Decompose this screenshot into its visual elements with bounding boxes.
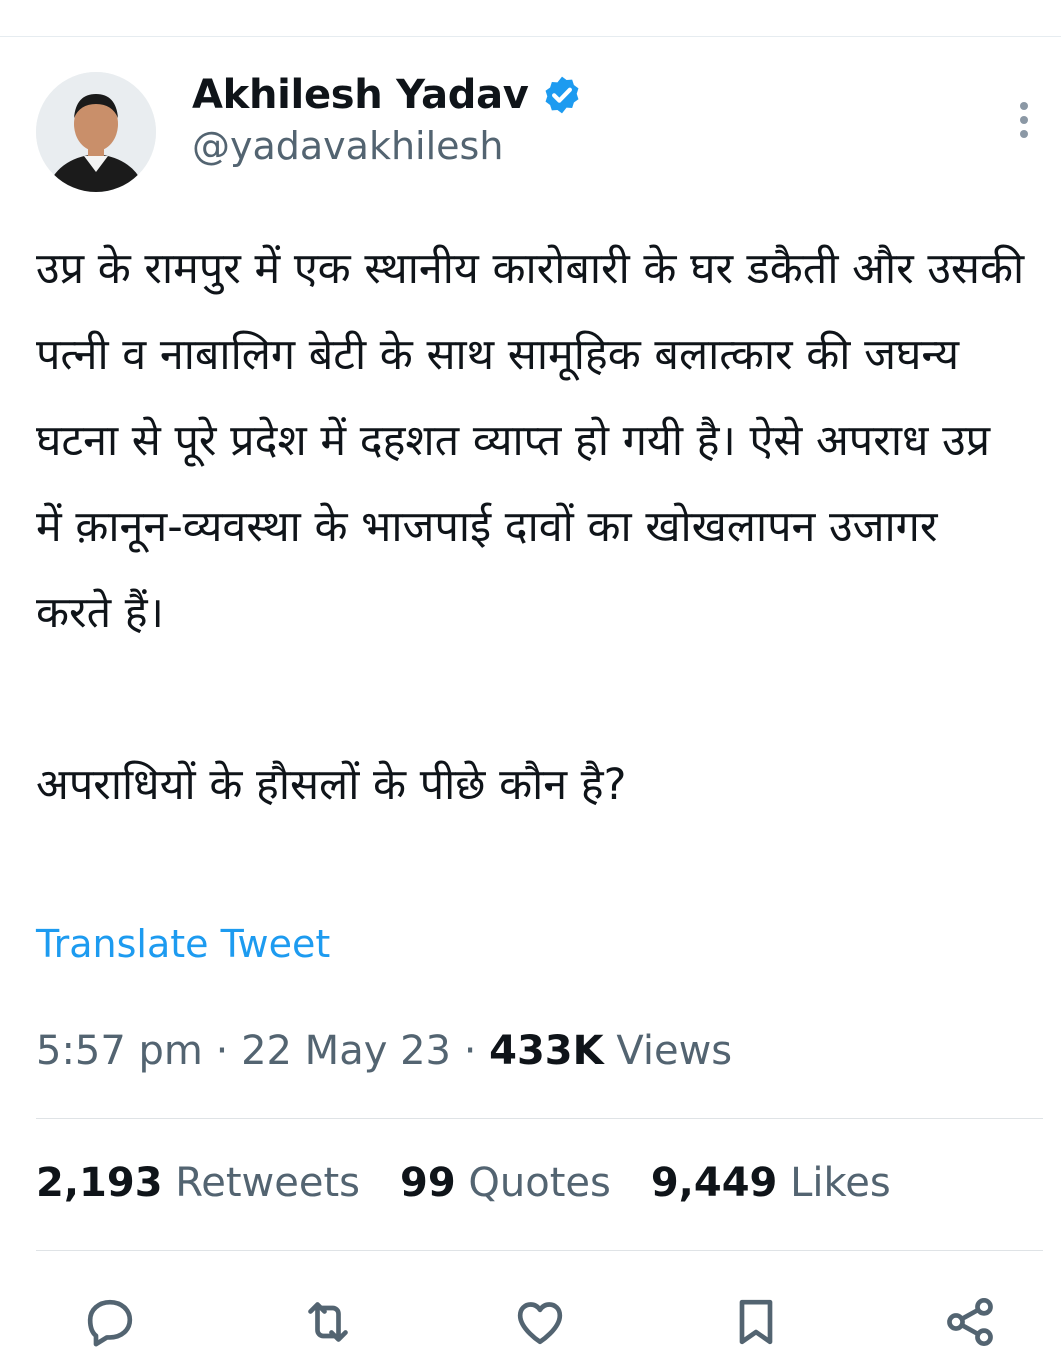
share-button[interactable] — [940, 1292, 1000, 1352]
retweets-label: Retweets — [175, 1160, 360, 1206]
action-bar — [0, 1292, 1061, 1352]
verified-badge-icon — [545, 76, 579, 114]
quotes-label: Quotes — [468, 1160, 611, 1206]
likes-label: Likes — [790, 1160, 891, 1206]
top-divider — [0, 36, 1061, 37]
reply-icon — [87, 1299, 133, 1347]
views-count: 433K — [489, 1028, 604, 1074]
views-label: Views — [616, 1028, 733, 1074]
reply-button[interactable] — [80, 1292, 140, 1352]
tweet-metadata: 5:57 pm · 22 May 23 · 433K Views — [36, 1028, 732, 1074]
likes-count: 9,449 — [650, 1160, 778, 1206]
heart-icon — [517, 1302, 563, 1345]
tweet-text: उप्र के रामपुर में एक स्थानीय कारोबारी क… — [36, 244, 1025, 810]
bookmark-button[interactable] — [726, 1292, 786, 1352]
translate-tweet-link[interactable]: Translate Tweet — [36, 922, 330, 966]
tweet-time[interactable]: 5:57 pm — [36, 1028, 203, 1074]
bookmark-icon — [739, 1299, 773, 1345]
tweet-date[interactable]: 22 May 23 — [241, 1028, 451, 1074]
more-vertical-icon[interactable] — [1015, 100, 1033, 140]
quotes-stat[interactable]: 99 Quotes — [400, 1160, 611, 1206]
quotes-count: 99 — [400, 1160, 456, 1206]
retweet-button[interactable] — [298, 1292, 358, 1352]
like-button[interactable] — [510, 1292, 570, 1352]
engagement-stats: 2,193 Retweets 99 Quotes 9,449 Likes — [36, 1160, 891, 1206]
avatar[interactable] — [36, 72, 156, 192]
retweets-stat[interactable]: 2,193 Retweets — [36, 1160, 360, 1206]
author-name[interactable]: Akhilesh Yadav — [192, 72, 529, 118]
author-block: Akhilesh Yadav @yadavakhilesh — [192, 72, 583, 168]
avatar-image — [36, 72, 156, 192]
meta-separator: · — [215, 1028, 229, 1074]
author-handle[interactable]: @yadavakhilesh — [192, 124, 583, 168]
retweet-icon — [308, 1302, 348, 1342]
share-icon — [947, 1297, 993, 1347]
retweets-count: 2,193 — [36, 1160, 163, 1206]
likes-stat[interactable]: 9,449 Likes — [651, 1160, 891, 1206]
divider — [36, 1250, 1043, 1251]
divider — [36, 1118, 1043, 1119]
meta-separator: · — [463, 1028, 477, 1074]
